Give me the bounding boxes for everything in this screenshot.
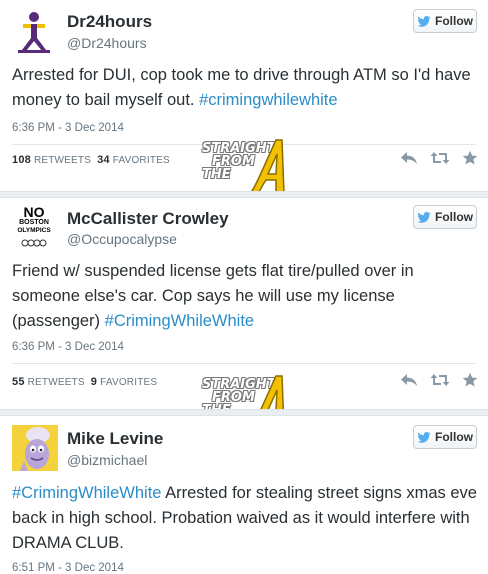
favorite-count[interactable]: 9 — [91, 376, 97, 388]
avatar[interactable]: NO BOSTON OLYMPICS — [12, 206, 56, 250]
tweet-stats: 55 RETWEETS 9 FAVORITES — [12, 376, 157, 388]
favorite-icon[interactable] — [462, 372, 478, 393]
follow-label: Follow — [435, 14, 473, 28]
reply-icon[interactable] — [400, 373, 418, 392]
favorite-label[interactable]: FAVORITES — [100, 377, 157, 388]
logo-line: BOSTON — [19, 219, 49, 226]
display-name[interactable]: Mike Levine — [67, 429, 163, 449]
favorite-label[interactable]: FAVORITES — [113, 155, 170, 166]
tweet-stats: 108 RETWEETS 34 FAVORITES — [12, 154, 170, 166]
favorite-count[interactable]: 34 — [97, 154, 110, 166]
tweet-text: Friend w/ suspended license gets flat ti… — [12, 259, 477, 334]
display-name[interactable]: Dr24hours — [67, 12, 152, 32]
tweet-card: Mike Levine @bizmichael Follow #CrimingW… — [0, 416, 488, 574]
follow-button[interactable]: Follow — [413, 9, 477, 33]
retweet-count[interactable]: 108 — [12, 154, 31, 166]
hashtag-link[interactable]: #crimingwhilewhite — [199, 91, 337, 109]
retweet-label[interactable]: RETWEETS — [34, 155, 91, 166]
tweet-text: #CrimingWhileWhite Arrested for stealing… — [12, 481, 477, 556]
divider — [12, 144, 476, 145]
follow-button[interactable]: Follow — [413, 425, 477, 449]
hashtag-link[interactable]: #CrimingWhileWhite — [105, 312, 254, 330]
tweet-card: NO BOSTON OLYMPICS McCallister Crowley @… — [0, 198, 488, 431]
tweet-actions — [400, 150, 478, 171]
watermark-text: STRAIGHT FROM THE — [202, 142, 276, 182]
cartoon-character-icon — [12, 425, 58, 471]
favorite-icon[interactable] — [462, 150, 478, 171]
retweet-icon[interactable] — [430, 151, 450, 170]
tweet-timestamp[interactable]: 6:51 PM - 3 Dec 2014 — [12, 562, 124, 574]
hashtag-link[interactable]: #CrimingWhileWhite — [12, 484, 161, 502]
no-boston-olympics-logo: NO BOSTON OLYMPICS — [12, 206, 56, 250]
olympic-rings-icon — [21, 239, 47, 247]
watermark-line: FROM — [212, 154, 255, 169]
tweet-separator — [0, 409, 488, 416]
divider — [12, 363, 476, 364]
tweet-timestamp[interactable]: 6:36 PM - 3 Dec 2014 — [12, 122, 124, 134]
tweet-timestamp[interactable]: 6:36 PM - 3 Dec 2014 — [12, 341, 124, 353]
tweet-card: Dr24hours @Dr24hours Follow Arrested for… — [0, 0, 488, 195]
follow-label: Follow — [435, 210, 473, 224]
twitter-bird-icon — [417, 431, 431, 443]
tweet-separator — [0, 191, 488, 198]
retweet-count[interactable]: 55 — [12, 376, 25, 388]
display-name[interactable]: McCallister Crowley — [67, 209, 229, 229]
reply-icon[interactable] — [400, 151, 418, 170]
stick-figure-logo-icon — [12, 10, 56, 54]
user-handle[interactable]: @Dr24hours — [67, 35, 147, 51]
watermark-line: FROM — [212, 390, 255, 405]
watermark-line: STRAIGHT — [202, 377, 276, 392]
tweet-actions — [400, 372, 478, 393]
logo-line: NO — [23, 206, 45, 220]
retweet-label[interactable]: RETWEETS — [28, 377, 85, 388]
tweet-text: Arrested for DUI, cop took me to drive t… — [12, 63, 477, 113]
follow-label: Follow — [435, 430, 473, 444]
avatar[interactable] — [12, 425, 58, 471]
twitter-bird-icon — [417, 15, 431, 27]
follow-button[interactable]: Follow — [413, 205, 477, 229]
user-handle[interactable]: @Occupocalypse — [67, 231, 177, 247]
user-handle[interactable]: @bizmichael — [67, 452, 147, 468]
retweet-icon[interactable] — [430, 373, 450, 392]
avatar[interactable] — [12, 10, 56, 54]
twitter-bird-icon — [417, 211, 431, 223]
watermark-letter-a-icon — [248, 139, 285, 195]
watermark-line: THE — [202, 167, 231, 182]
logo-line: OLYMPICS — [17, 227, 51, 234]
